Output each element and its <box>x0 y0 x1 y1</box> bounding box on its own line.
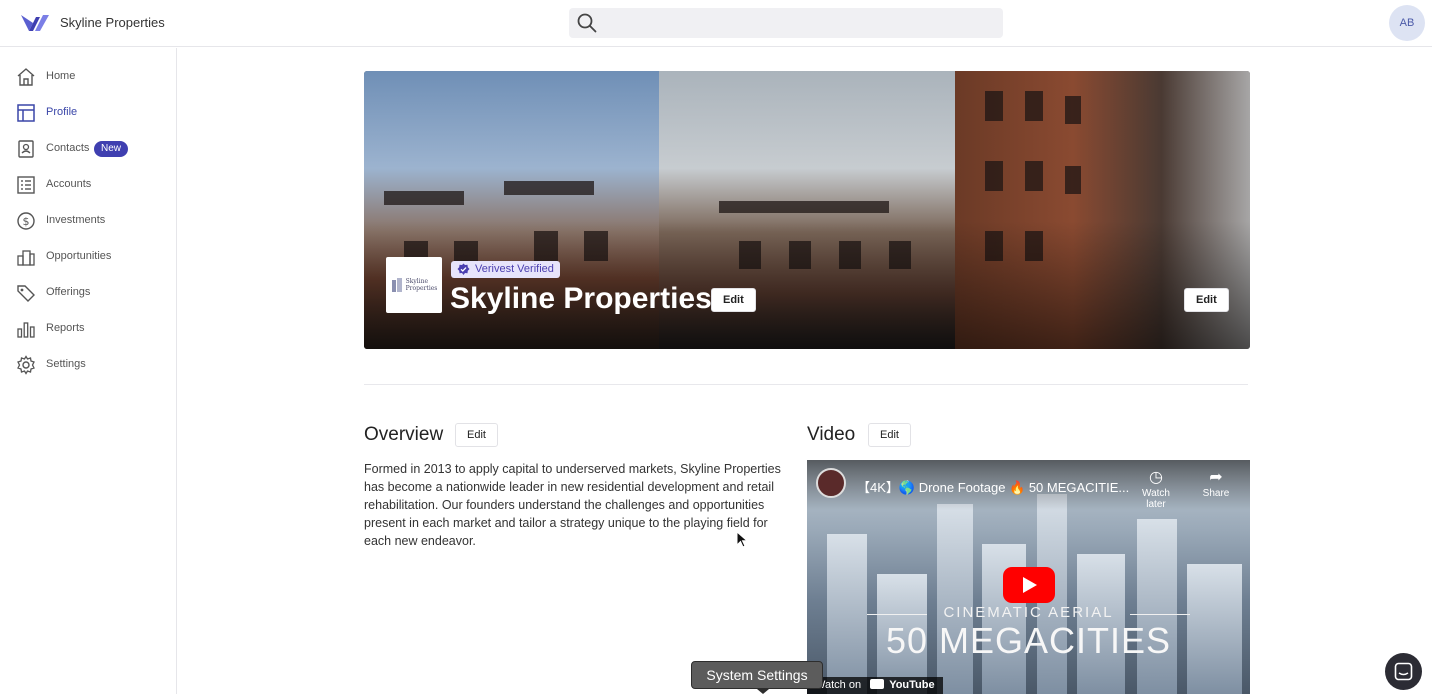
sidebar-item-label: Opportunities <box>46 250 112 262</box>
investments-icon: $ <box>17 212 35 230</box>
video-title: Video <box>807 424 856 445</box>
logo-text-line-2: Properties <box>405 285 438 292</box>
reports-icon <box>17 322 35 338</box>
top-bar: Skyline Properties AB <box>0 0 1432 47</box>
video-overlay-subtitle: Cinematic Aerial <box>943 604 1114 621</box>
share-button[interactable]: ➦ Share <box>1194 468 1238 499</box>
youtube-logo-icon <box>870 679 885 689</box>
logo-text-line-1: Skyline <box>405 278 429 285</box>
search-input[interactable] <box>569 8 1003 38</box>
share-icon: ➦ <box>1209 469 1223 486</box>
edit-title-button[interactable]: Edit <box>711 288 756 312</box>
sidebar-item-label: Settings <box>46 358 86 370</box>
cover-banner: Skyline Properties Verivest Verified Sky… <box>364 71 1250 349</box>
search-icon <box>577 13 597 33</box>
sidebar-item-offerings[interactable]: Offerings <box>0 278 176 308</box>
play-button[interactable] <box>1003 567 1055 603</box>
channel-avatar[interactable] <box>816 468 846 498</box>
overview-title: Overview <box>364 424 444 445</box>
watch-later-button[interactable]: ◷ Watch later <box>1134 468 1178 510</box>
watch-on-youtube-link[interactable]: Watch on YouTube <box>807 677 943 694</box>
video-overlay-title: 50 MEGACITIES <box>885 620 1172 661</box>
company-logo: Skyline Properties <box>386 257 442 313</box>
clock-icon: ◷ <box>1149 469 1163 486</box>
sidebar-item-label: Reports <box>46 322 85 334</box>
user-avatar[interactable]: AB <box>1389 5 1425 41</box>
verified-check-icon <box>457 263 470 275</box>
contacts-icon <box>18 140 34 158</box>
edit-cover-button[interactable]: Edit <box>1184 288 1229 312</box>
sidebar-item-home[interactable]: Home <box>0 62 176 92</box>
settings-icon <box>17 355 35 375</box>
company-name: Skyline Properties <box>450 282 712 315</box>
share-label: Share <box>1202 488 1230 499</box>
watch-later-label: Watch later <box>1142 488 1170 510</box>
svg-text:$: $ <box>23 215 30 228</box>
sidebar-item-opportunities[interactable]: Opportunities <box>0 242 176 272</box>
chat-icon <box>1394 662 1413 681</box>
app-logo-icon[interactable] <box>21 12 49 34</box>
brand-name: Skyline Properties <box>60 15 165 30</box>
sidebar-item-label: Contacts <box>46 142 90 154</box>
chat-launcher-button[interactable] <box>1385 653 1422 690</box>
offerings-icon <box>17 285 35 302</box>
sidebar-item-accounts[interactable]: Accounts <box>0 170 176 200</box>
verified-badge: Verivest Verified <box>451 261 560 278</box>
verified-label: Verivest Verified <box>475 263 554 275</box>
sidebar-item-label: Offerings <box>46 286 91 298</box>
edit-video-button[interactable]: Edit <box>868 423 911 447</box>
mouse-cursor-icon <box>736 531 748 548</box>
edit-overview-button[interactable]: Edit <box>455 423 498 447</box>
section-divider <box>364 384 1248 385</box>
youtube-video-title[interactable]: 【4K】🌎 Drone Footage 🔥 50 MEGACITIE... <box>857 477 1129 496</box>
sidebar-item-contacts[interactable]: Contacts New <box>0 134 176 164</box>
home-icon <box>17 68 35 86</box>
system-settings-tooltip: System Settings <box>691 661 823 689</box>
new-badge: New <box>94 141 129 157</box>
youtube-label: YouTube <box>889 679 935 691</box>
youtube-video-embed[interactable]: 【4K】🌎 Drone Footage 🔥 50 MEGACITIE... ◷ … <box>807 460 1250 694</box>
overview-text: Formed in 2013 to apply capital to under… <box>364 462 781 548</box>
sidebar-item-settings[interactable]: Settings <box>0 350 176 380</box>
sidebar-item-label: Profile <box>46 106 78 118</box>
sidebar-item-reports[interactable]: Reports <box>0 314 176 344</box>
building-logo-icon <box>391 278 402 292</box>
sidebar-item-label: Investments <box>46 214 106 226</box>
sidebar-item-profile[interactable]: Profile <box>0 98 176 128</box>
profile-icon <box>17 104 35 122</box>
sidebar-item-label: Home <box>46 70 76 82</box>
sidebar-item-label: Accounts <box>46 178 92 190</box>
sidebar-item-investments[interactable]: $ Investments <box>0 206 176 236</box>
accounts-icon <box>17 176 35 194</box>
sidebar: Home Profile Contacts New Accounts $ Inv… <box>0 48 177 694</box>
opportunities-icon <box>17 250 35 266</box>
